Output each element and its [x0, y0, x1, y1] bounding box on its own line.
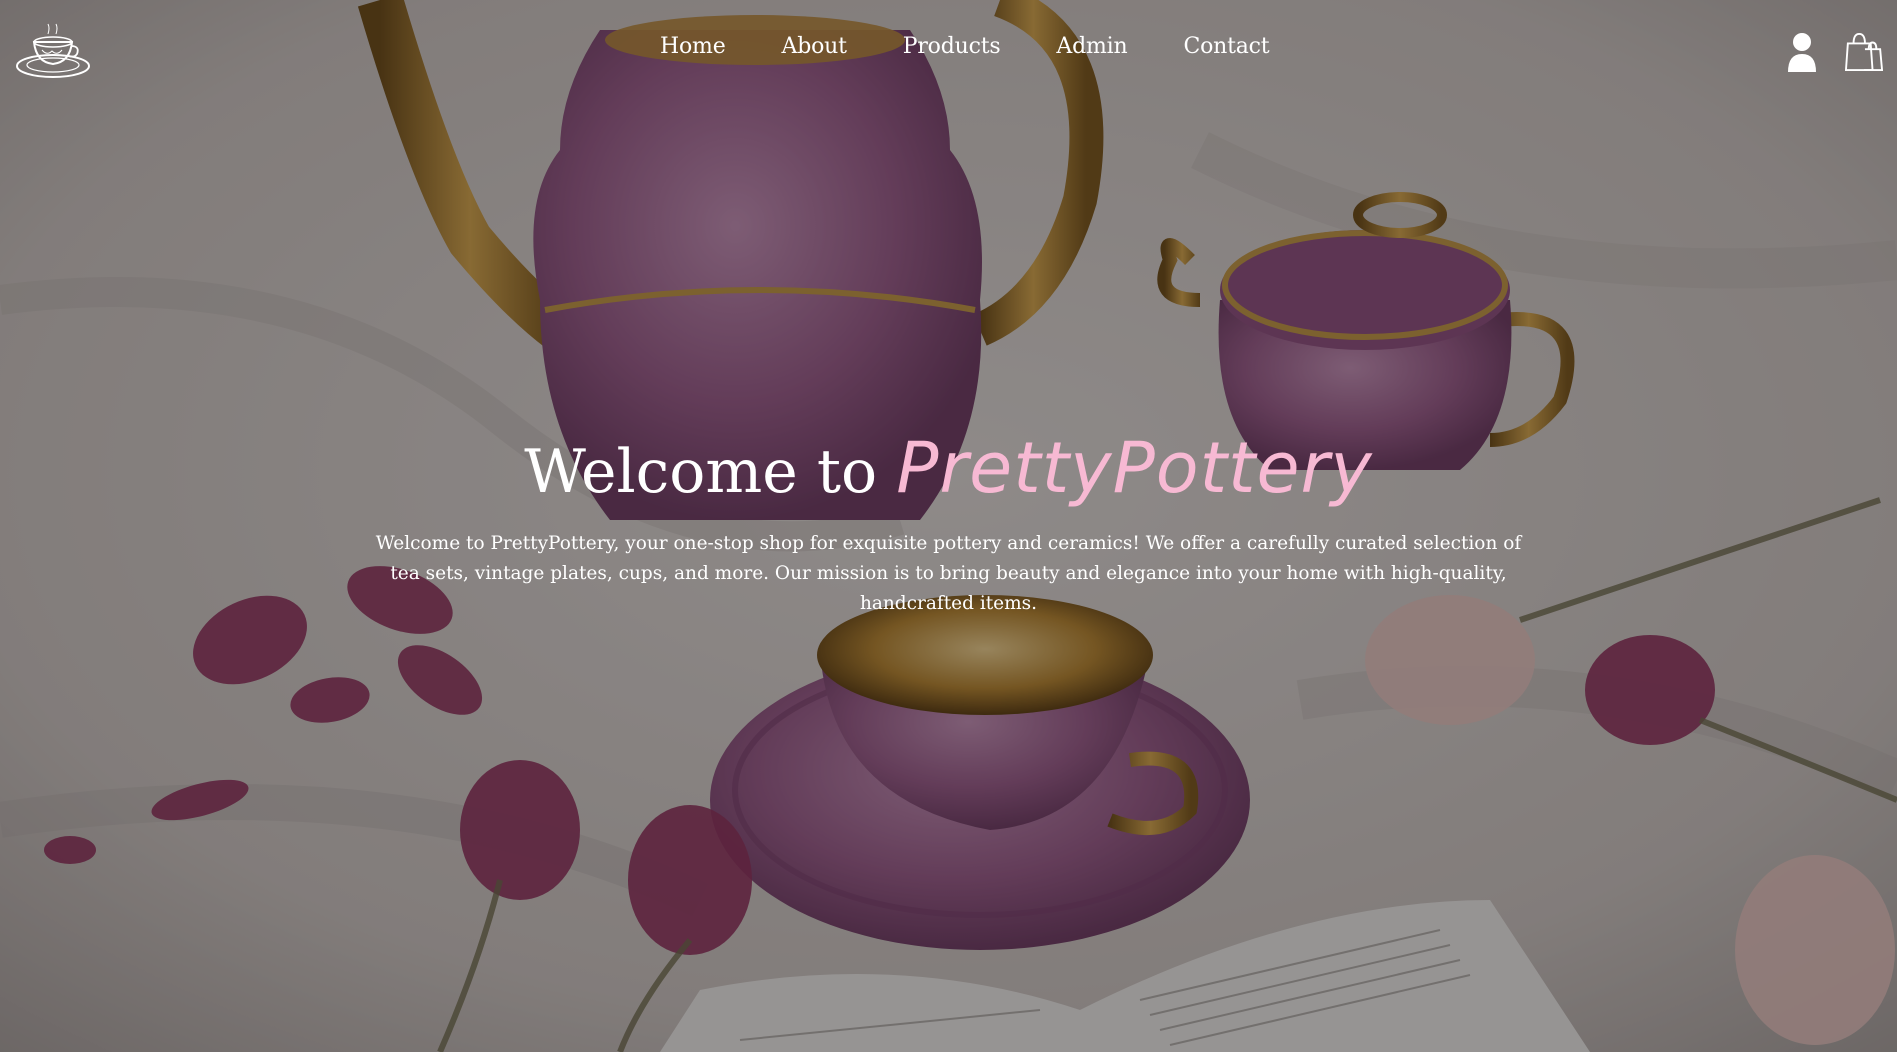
hero-section: Welcome to PrettyPottery Welcome to Pret…: [0, 430, 1897, 619]
main-nav: Home About Products Admin Contact: [660, 34, 1325, 59]
hero-description: Welcome to PrettyPottery, your one-stop …: [375, 533, 1522, 614]
hero-title-prefix: Welcome to: [524, 437, 897, 507]
hero-title-brand: PrettyPottery: [896, 427, 1373, 509]
user-icon[interactable]: [1783, 30, 1821, 74]
navbar: Home About Products Admin Contact: [0, 0, 1897, 100]
nav-link-admin[interactable]: Admin: [1056, 34, 1127, 59]
homepage: Home About Products Admin Contact Welcom…: [0, 0, 1897, 1052]
nav-link-products[interactable]: Products: [903, 34, 1001, 59]
nav-icons: [1783, 30, 1883, 74]
hero-title: Welcome to PrettyPottery: [0, 430, 1897, 507]
nav-link-contact[interactable]: Contact: [1183, 34, 1269, 59]
teacup-logo-icon[interactable]: [14, 18, 92, 80]
nav-link-home[interactable]: Home: [660, 34, 726, 59]
shopping-bag-icon[interactable]: [1845, 30, 1883, 74]
nav-link-about[interactable]: About: [782, 34, 847, 59]
